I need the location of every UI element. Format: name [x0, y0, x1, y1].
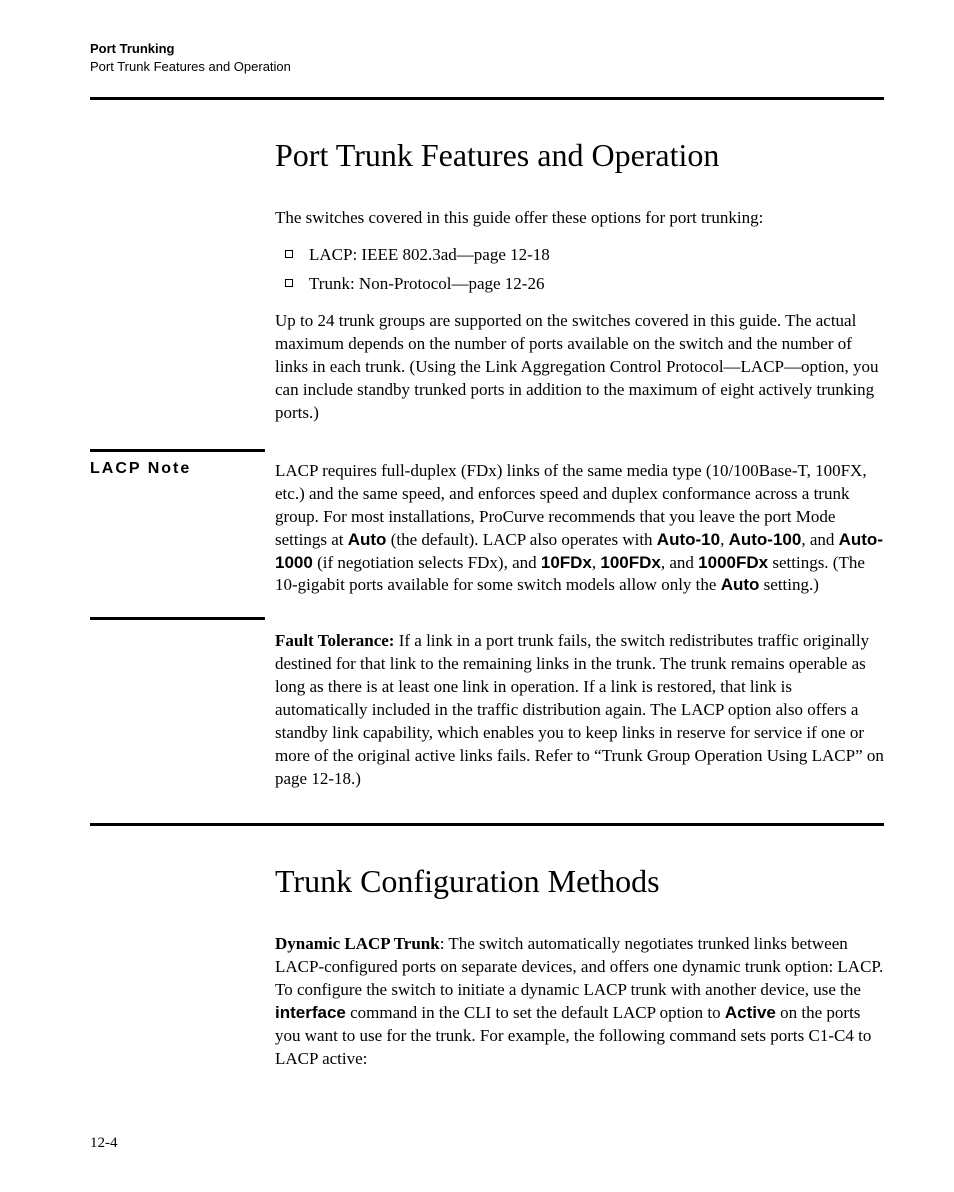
- lacp-note-label: LACP Note: [90, 452, 265, 612]
- heading-trunk-config-methods: Trunk Configuration Methods: [275, 860, 884, 903]
- auto-label: Auto: [348, 530, 387, 549]
- trunk-groups-paragraph: Up to 24 trunk groups are supported on t…: [275, 310, 884, 425]
- list-item: Trunk: Non-Protocol—page 12-26: [275, 273, 884, 296]
- fault-tolerance-paragraph: Fault Tolerance: If a link in a port tru…: [275, 630, 884, 791]
- dynamic-lacp-paragraph: Dynamic LACP Trunk: The switch automatic…: [275, 933, 884, 1071]
- section-subtitle: Port Trunk Features and Operation: [90, 58, 884, 76]
- auto-10-label: Auto-10: [657, 530, 720, 549]
- options-list: LACP: IEEE 802.3ad—page 12-18 Trunk: Non…: [275, 244, 884, 296]
- active-label: Active: [725, 1003, 776, 1022]
- fault-tolerance-label: Fault Tolerance:: [275, 631, 399, 650]
- page-number: 12-4: [90, 1135, 884, 1152]
- hundredfdx-label: 100FDx: [600, 553, 660, 572]
- auto-label-2: Auto: [721, 575, 760, 594]
- dynamic-lacp-label: Dynamic LACP Trunk: [275, 934, 440, 953]
- intro-paragraph: The switches covered in this guide offer…: [275, 207, 884, 230]
- chapter-title: Port Trunking: [90, 40, 884, 58]
- heading-port-trunk-features: Port Trunk Features and Operation: [275, 134, 884, 177]
- auto-100-label: Auto-100: [729, 530, 802, 549]
- interface-command-label: interface: [275, 1003, 346, 1022]
- tenfdx-label: 10FDx: [541, 553, 592, 572]
- thousandfdx-label: 1000FDx: [698, 553, 768, 572]
- list-item: LACP: IEEE 802.3ad—page 12-18: [275, 244, 884, 267]
- running-header: Port Trunking Port Trunk Features and Op…: [90, 40, 884, 75]
- lacp-note-paragraph: LACP requires full-duplex (FDx) links of…: [275, 460, 884, 598]
